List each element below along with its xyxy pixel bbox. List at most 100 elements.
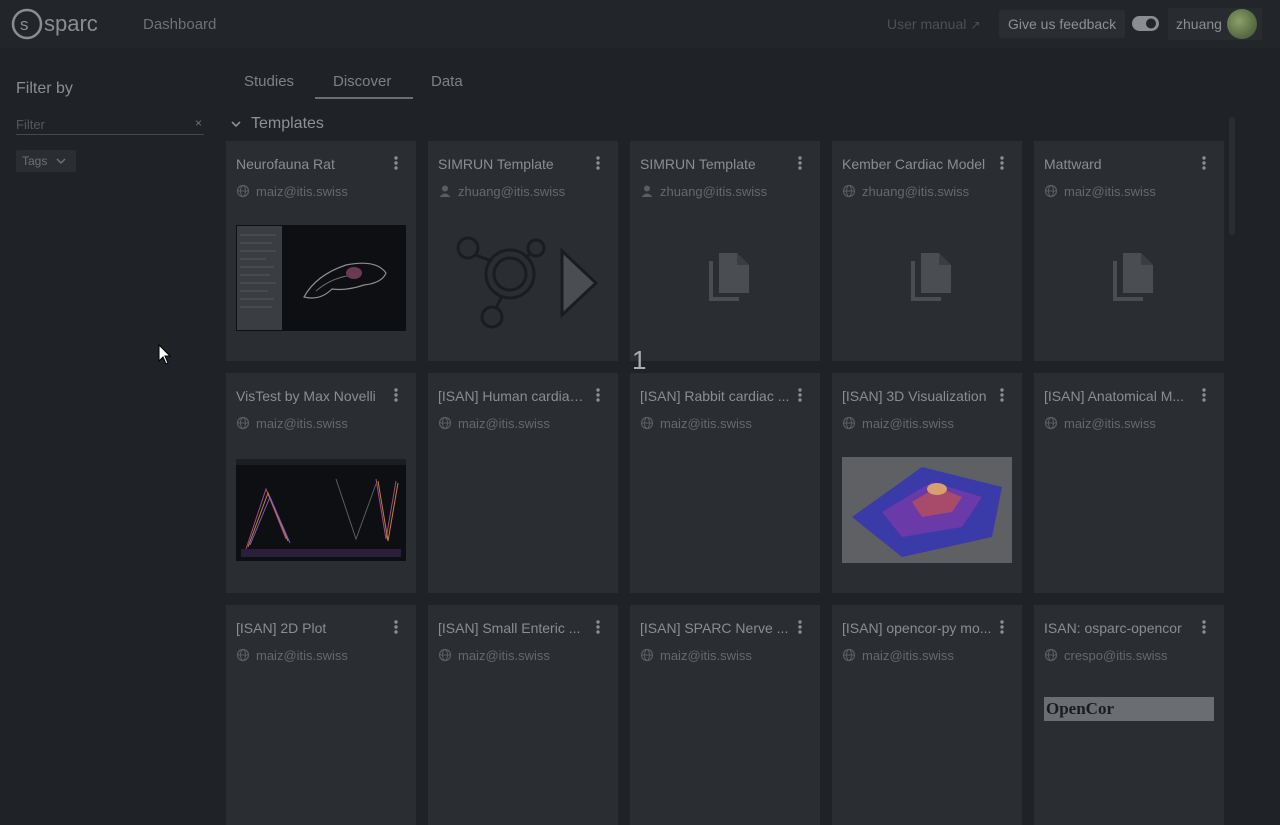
card-owner: crespo@itis.swiss	[1064, 648, 1168, 663]
chevron-down-icon	[56, 155, 66, 165]
template-card[interactable]: VisTest by Max Novelli maiz@itis.swiss	[226, 373, 416, 593]
user-manual-link[interactable]: User manual ↗	[887, 16, 980, 32]
card-title: SIMRUN Template	[640, 156, 756, 172]
card-owner: maiz@itis.swiss	[1064, 184, 1156, 199]
card-title: [ISAN] Small Enteric ...	[438, 620, 581, 636]
tags-label: Tags	[22, 154, 48, 168]
card-title: [ISAN] 2D Plot	[236, 620, 327, 636]
card-owner: maiz@itis.swiss	[1064, 416, 1156, 431]
tags-dropdown[interactable]: Tags	[16, 150, 76, 172]
sparc-logo[interactable]: s sparc	[11, 7, 107, 41]
copy-icon	[1109, 251, 1155, 305]
card-title: ISAN: osparc-opencor	[1044, 620, 1182, 636]
globe-icon	[438, 416, 452, 430]
tab-data[interactable]: Data	[431, 73, 463, 90]
3d-surface-thumbnail	[842, 457, 1012, 563]
template-card[interactable]: Neurofauna Rat maiz@itis.swiss	[226, 141, 416, 361]
card-owner: maiz@itis.swiss	[862, 416, 954, 431]
feedback-button[interactable]: Give us feedback	[999, 10, 1126, 38]
more-options-icon[interactable]	[998, 387, 1006, 403]
template-card[interactable]: [ISAN] Small Enteric ... maiz@itis.swiss	[428, 605, 618, 825]
more-options-icon[interactable]	[796, 619, 804, 635]
card-title: [ISAN] opencor-py mo...	[842, 620, 992, 636]
top-bar: s sparc Dashboard User manual ↗ Give us f…	[0, 0, 1280, 48]
card-title: VisTest by Max Novelli	[236, 388, 376, 404]
user-menu[interactable]: zhuang	[1168, 8, 1262, 40]
template-card[interactable]: ISAN: osparc-opencor crespo@itis.swiss O…	[1034, 605, 1224, 825]
card-title: SIMRUN Template	[438, 156, 554, 172]
globe-icon	[1044, 416, 1058, 430]
user-icon	[640, 184, 654, 198]
globe-icon	[640, 416, 654, 430]
card-owner: maiz@itis.swiss	[458, 648, 550, 663]
more-options-icon[interactable]	[392, 155, 400, 171]
copy-icon	[705, 251, 751, 305]
scrollbar[interactable]	[1229, 117, 1235, 235]
card-title: Mattward	[1044, 156, 1102, 172]
template-card[interactable]: SIMRUN Template zhuang@itis.swiss	[428, 141, 618, 361]
more-options-icon[interactable]	[594, 619, 602, 635]
opencor-logo-text: OpenCor	[1046, 699, 1114, 718]
template-card[interactable]: [ISAN] Anatomical M... maiz@itis.swiss	[1034, 373, 1224, 593]
mouse-cursor-icon	[158, 343, 172, 366]
template-card[interactable]: Kember Cardiac Model zhuang@itis.swiss	[832, 141, 1022, 361]
template-card[interactable]: [ISAN] 2D Plot maiz@itis.swiss	[226, 605, 416, 825]
more-options-icon[interactable]	[1200, 387, 1208, 403]
template-card[interactable]: SIMRUN Template zhuang@itis.swiss	[630, 141, 820, 361]
more-options-icon[interactable]	[594, 155, 602, 171]
template-card[interactable]: [ISAN] 3D Visualization maiz@itis.swiss	[832, 373, 1022, 593]
template-card[interactable]: [ISAN] SPARC Nerve ... maiz@itis.swiss	[630, 605, 820, 825]
card-owner: zhuang@itis.swiss	[660, 184, 768, 199]
template-card[interactable]: Mattward maiz@itis.swiss	[1034, 141, 1224, 361]
card-owner: maiz@itis.swiss	[256, 648, 348, 663]
more-options-icon[interactable]	[796, 387, 804, 403]
more-options-icon[interactable]	[1200, 155, 1208, 171]
more-options-icon[interactable]	[998, 619, 1006, 635]
overlay-number: 1	[632, 345, 647, 375]
active-tab-indicator	[315, 97, 413, 99]
card-title: [ISAN] 3D Visualization	[842, 388, 987, 404]
external-link-icon: ↗	[970, 18, 981, 32]
card-title: [ISAN] Anatomical M...	[1044, 388, 1185, 404]
globe-icon	[640, 648, 654, 662]
globe-icon	[842, 184, 856, 198]
card-owner: maiz@itis.swiss	[256, 416, 348, 431]
username: zhuang	[1176, 16, 1222, 32]
tab-discover[interactable]: Discover	[333, 73, 391, 90]
vistest-plot-thumbnail	[236, 459, 406, 561]
more-options-icon[interactable]	[594, 387, 602, 403]
card-owner: maiz@itis.swiss	[660, 648, 752, 663]
avatar	[1227, 9, 1257, 39]
globe-icon	[842, 648, 856, 662]
card-owner: zhuang@itis.swiss	[458, 184, 566, 199]
tab-studies[interactable]: Studies	[244, 73, 294, 90]
dashboard-title: Dashboard	[143, 16, 217, 33]
card-owner: maiz@itis.swiss	[256, 184, 348, 199]
more-options-icon[interactable]	[392, 619, 400, 635]
card-title: [ISAN] Rabbit cardiac ...	[640, 388, 790, 404]
globe-icon	[236, 184, 250, 198]
collapse-chevron-icon[interactable]	[229, 117, 243, 131]
card-title: [ISAN] Human cardiac ...	[438, 388, 588, 404]
clear-filter-icon[interactable]: ×	[195, 116, 202, 130]
filter-input[interactable]	[16, 114, 204, 135]
globe-icon	[842, 416, 856, 430]
svg-text:sparc: sparc	[44, 11, 98, 36]
template-card[interactable]: [ISAN] Human cardiac ... maiz@itis.swiss	[428, 373, 618, 593]
card-title: Kember Cardiac Model	[842, 156, 986, 172]
more-options-icon[interactable]	[1200, 619, 1208, 635]
card-owner: maiz@itis.swiss	[458, 416, 550, 431]
template-card[interactable]: [ISAN] Rabbit cardiac ... maiz@itis.swis…	[630, 373, 820, 593]
template-card[interactable]: [ISAN] opencor-py mo... maiz@itis.swiss	[832, 605, 1022, 825]
globe-icon	[236, 416, 250, 430]
svg-text:s: s	[20, 15, 29, 34]
copy-icon	[907, 251, 953, 305]
more-options-icon[interactable]	[796, 155, 804, 171]
simrun-network-thumbnail	[448, 231, 608, 331]
opencor-logo: OpenCor	[1044, 697, 1214, 721]
more-options-icon[interactable]	[998, 155, 1006, 171]
card-owner: maiz@itis.swiss	[862, 648, 954, 663]
card-title: Neurofauna Rat	[236, 156, 335, 172]
more-options-icon[interactable]	[392, 387, 400, 403]
theme-toggle[interactable]	[1132, 15, 1159, 32]
